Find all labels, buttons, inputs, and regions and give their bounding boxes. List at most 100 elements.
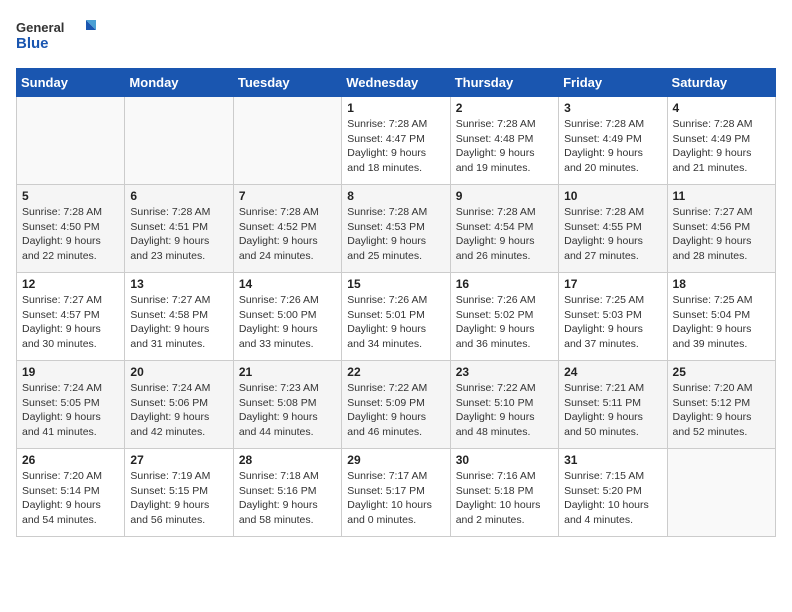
day-info: Sunrise: 7:22 AMSunset: 5:10 PMDaylight:… bbox=[456, 381, 553, 440]
day-number: 29 bbox=[347, 453, 444, 467]
column-header-friday: Friday bbox=[559, 69, 667, 97]
calendar-cell: 5 Sunrise: 7:28 AMSunset: 4:50 PMDaylight… bbox=[17, 185, 125, 273]
calendar-week-2: 5 Sunrise: 7:28 AMSunset: 4:50 PMDaylight… bbox=[17, 185, 776, 273]
calendar-week-1: 1Sunrise: 7:28 AMSunset: 4:47 PMDaylight… bbox=[17, 97, 776, 185]
day-info: Sunrise: 7:27 AMSunset: 4:57 PMDaylight:… bbox=[22, 293, 119, 352]
day-info: Sunrise: 7:20 AMSunset: 5:14 PMDaylight:… bbox=[22, 469, 119, 528]
calendar-cell: 25 Sunrise: 7:20 AMSunset: 5:12 PMDayligh… bbox=[667, 361, 775, 449]
day-number: 22 bbox=[347, 365, 444, 379]
calendar-cell: 2 Sunrise: 7:28 AMSunset: 4:48 PMDaylight… bbox=[450, 97, 558, 185]
day-number: 11 bbox=[673, 189, 770, 203]
logo: General Blue bbox=[16, 16, 96, 56]
calendar-week-5: 26 Sunrise: 7:20 AMSunset: 5:14 PMDayligh… bbox=[17, 449, 776, 537]
day-number: 12 bbox=[22, 277, 119, 291]
calendar-cell: 20 Sunrise: 7:24 AMSunset: 5:06 PMDayligh… bbox=[125, 361, 233, 449]
day-info: Sunrise: 7:19 AMSunset: 5:15 PMDaylight:… bbox=[130, 469, 227, 528]
day-number: 2 bbox=[456, 101, 553, 115]
calendar-cell: 29 Sunrise: 7:17 AMSunset: 5:17 PMDayligh… bbox=[342, 449, 450, 537]
calendar-cell: 22 Sunrise: 7:22 AMSunset: 5:09 PMDayligh… bbox=[342, 361, 450, 449]
column-header-monday: Monday bbox=[125, 69, 233, 97]
day-number: 23 bbox=[456, 365, 553, 379]
column-header-saturday: Saturday bbox=[667, 69, 775, 97]
day-info: Sunrise: 7:28 AMSunset: 4:54 PMDaylight:… bbox=[456, 205, 553, 264]
day-info: Sunrise: 7:26 AMSunset: 5:00 PMDaylight:… bbox=[239, 293, 336, 352]
day-info: Sunrise: 7:28 AMSunset: 4:53 PMDaylight:… bbox=[347, 205, 444, 264]
day-info: Sunrise: 7:22 AMSunset: 5:09 PMDaylight:… bbox=[347, 381, 444, 440]
day-info: Sunrise: 7:16 AMSunset: 5:18 PMDaylight:… bbox=[456, 469, 553, 528]
calendar-cell: 10 Sunrise: 7:28 AMSunset: 4:55 PMDayligh… bbox=[559, 185, 667, 273]
column-header-thursday: Thursday bbox=[450, 69, 558, 97]
day-info: Sunrise: 7:25 AMSunset: 5:03 PMDaylight:… bbox=[564, 293, 661, 352]
day-number: 21 bbox=[239, 365, 336, 379]
day-number: 4 bbox=[673, 101, 770, 115]
calendar-cell bbox=[17, 97, 125, 185]
day-info: Sunrise: 7:24 AMSunset: 5:05 PMDaylight:… bbox=[22, 381, 119, 440]
day-info: Sunrise: 7:28 AMSunset: 4:50 PMDaylight:… bbox=[22, 205, 119, 264]
day-info: Sunrise: 7:21 AMSunset: 5:11 PMDaylight:… bbox=[564, 381, 661, 440]
day-info: Sunrise: 7:28 AMSunset: 4:55 PMDaylight:… bbox=[564, 205, 661, 264]
calendar-cell: 31 Sunrise: 7:15 AMSunset: 5:20 PMDayligh… bbox=[559, 449, 667, 537]
day-number: 20 bbox=[130, 365, 227, 379]
day-info: Sunrise: 7:15 AMSunset: 5:20 PMDaylight:… bbox=[564, 469, 661, 528]
day-number: 26 bbox=[22, 453, 119, 467]
calendar-cell: 24Sunrise: 7:21 AMSunset: 5:11 PMDayligh… bbox=[559, 361, 667, 449]
day-number: 30 bbox=[456, 453, 553, 467]
day-number: 28 bbox=[239, 453, 336, 467]
day-info: Sunrise: 7:28 AMSunset: 4:49 PMDaylight:… bbox=[564, 117, 661, 176]
day-number: 19 bbox=[22, 365, 119, 379]
calendar-cell: 4Sunrise: 7:28 AMSunset: 4:49 PMDaylight… bbox=[667, 97, 775, 185]
day-info: Sunrise: 7:23 AMSunset: 5:08 PMDaylight:… bbox=[239, 381, 336, 440]
day-number: 13 bbox=[130, 277, 227, 291]
column-header-tuesday: Tuesday bbox=[233, 69, 341, 97]
calendar-cell: 28 Sunrise: 7:18 AMSunset: 5:16 PMDayligh… bbox=[233, 449, 341, 537]
calendar-header-row: SundayMondayTuesdayWednesdayThursdayFrid… bbox=[17, 69, 776, 97]
calendar-cell: 9Sunrise: 7:28 AMSunset: 4:54 PMDaylight… bbox=[450, 185, 558, 273]
day-info: Sunrise: 7:28 AMSunset: 4:52 PMDaylight:… bbox=[239, 205, 336, 264]
calendar-cell: 21 Sunrise: 7:23 AMSunset: 5:08 PMDayligh… bbox=[233, 361, 341, 449]
calendar-week-4: 19 Sunrise: 7:24 AMSunset: 5:05 PMDayligh… bbox=[17, 361, 776, 449]
day-number: 3 bbox=[564, 101, 661, 115]
day-info: Sunrise: 7:17 AMSunset: 5:17 PMDaylight:… bbox=[347, 469, 444, 528]
svg-text:Blue: Blue bbox=[16, 35, 49, 52]
day-info: Sunrise: 7:18 AMSunset: 5:16 PMDaylight:… bbox=[239, 469, 336, 528]
calendar-cell: 14 Sunrise: 7:26 AMSunset: 5:00 PMDayligh… bbox=[233, 273, 341, 361]
day-number: 17 bbox=[564, 277, 661, 291]
calendar-cell: 27 Sunrise: 7:19 AMSunset: 5:15 PMDayligh… bbox=[125, 449, 233, 537]
day-number: 15 bbox=[347, 277, 444, 291]
day-info: Sunrise: 7:24 AMSunset: 5:06 PMDaylight:… bbox=[130, 381, 227, 440]
calendar-cell: 3 Sunrise: 7:28 AMSunset: 4:49 PMDaylight… bbox=[559, 97, 667, 185]
calendar-cell: 7 Sunrise: 7:28 AMSunset: 4:52 PMDaylight… bbox=[233, 185, 341, 273]
day-info: Sunrise: 7:20 AMSunset: 5:12 PMDaylight:… bbox=[673, 381, 770, 440]
calendar-cell: 6Sunrise: 7:28 AMSunset: 4:51 PMDaylight… bbox=[125, 185, 233, 273]
calendar-cell: 15 Sunrise: 7:26 AMSunset: 5:01 PMDayligh… bbox=[342, 273, 450, 361]
day-info: Sunrise: 7:28 AMSunset: 4:48 PMDaylight:… bbox=[456, 117, 553, 176]
calendar-cell: 18 Sunrise: 7:25 AMSunset: 5:04 PMDayligh… bbox=[667, 273, 775, 361]
calendar-cell: 30 Sunrise: 7:16 AMSunset: 5:18 PMDayligh… bbox=[450, 449, 558, 537]
svg-text:General: General bbox=[16, 20, 64, 35]
day-info: Sunrise: 7:25 AMSunset: 5:04 PMDaylight:… bbox=[673, 293, 770, 352]
day-number: 7 bbox=[239, 189, 336, 203]
calendar-table: SundayMondayTuesdayWednesdayThursdayFrid… bbox=[16, 68, 776, 537]
calendar-cell: 23 Sunrise: 7:22 AMSunset: 5:10 PMDayligh… bbox=[450, 361, 558, 449]
calendar-cell: 13Sunrise: 7:27 AMSunset: 4:58 PMDayligh… bbox=[125, 273, 233, 361]
day-info: Sunrise: 7:28 AMSunset: 4:51 PMDaylight:… bbox=[130, 205, 227, 264]
day-number: 5 bbox=[22, 189, 119, 203]
day-number: 25 bbox=[673, 365, 770, 379]
calendar-week-3: 12 Sunrise: 7:27 AMSunset: 4:57 PMDayligh… bbox=[17, 273, 776, 361]
day-number: 31 bbox=[564, 453, 661, 467]
day-info: Sunrise: 7:26 AMSunset: 5:01 PMDaylight:… bbox=[347, 293, 444, 352]
day-info: Sunrise: 7:26 AMSunset: 5:02 PMDaylight:… bbox=[456, 293, 553, 352]
calendar-cell: 1Sunrise: 7:28 AMSunset: 4:47 PMDaylight… bbox=[342, 97, 450, 185]
day-number: 14 bbox=[239, 277, 336, 291]
calendar-cell bbox=[667, 449, 775, 537]
calendar-cell: 17 Sunrise: 7:25 AMSunset: 5:03 PMDayligh… bbox=[559, 273, 667, 361]
day-number: 10 bbox=[564, 189, 661, 203]
calendar-cell: 11Sunrise: 7:27 AMSunset: 4:56 PMDayligh… bbox=[667, 185, 775, 273]
page-header: General Blue bbox=[16, 16, 776, 56]
day-number: 27 bbox=[130, 453, 227, 467]
logo-svg: General Blue bbox=[16, 16, 96, 56]
calendar-cell: 8Sunrise: 7:28 AMSunset: 4:53 PMDaylight… bbox=[342, 185, 450, 273]
column-header-wednesday: Wednesday bbox=[342, 69, 450, 97]
column-header-sunday: Sunday bbox=[17, 69, 125, 97]
day-number: 18 bbox=[673, 277, 770, 291]
